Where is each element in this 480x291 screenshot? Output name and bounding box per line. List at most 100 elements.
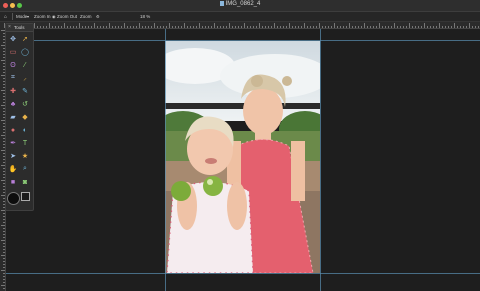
guide-vertical[interactable]: [320, 29, 321, 291]
guide-horizontal[interactable]: [6, 273, 480, 274]
brush-icon[interactable]: ✎: [20, 86, 30, 96]
ruler-tick: [3, 213, 5, 214]
ruler-tick: [3, 276, 5, 277]
zoom-out-radio-icon[interactable]: ◉: [52, 14, 56, 19]
ruler-tick: [199, 23, 200, 28]
ruler-tick: [79, 23, 80, 28]
ruler-tick: [202, 26, 203, 28]
healing-icon[interactable]: ✚: [8, 86, 18, 96]
ruler-tick: [334, 23, 335, 28]
ruler-tick: [376, 26, 377, 28]
ruler-tick: [217, 26, 218, 28]
ruler-tick: [427, 26, 428, 28]
ruler-tick: [292, 26, 293, 28]
move-icon[interactable]: ✥: [8, 34, 18, 44]
ruler-tick: [3, 243, 5, 244]
direct-select-icon[interactable]: ➚: [20, 34, 30, 44]
shape-icon[interactable]: ★: [20, 151, 30, 161]
ruler-tick: [64, 23, 65, 28]
eraser-icon[interactable]: ▰: [8, 112, 18, 122]
guide-vertical[interactable]: [165, 29, 166, 291]
magic-wand-icon[interactable]: ⁄: [20, 60, 30, 70]
zoom-icon[interactable]: ⌕: [20, 164, 30, 174]
ruler-tick: [37, 26, 38, 28]
foreground-color-icon[interactable]: ■: [8, 177, 18, 187]
ruler-tick: [340, 26, 341, 28]
ruler-tick: [451, 26, 452, 28]
ruler-tick: [397, 26, 398, 28]
quick-mask-icon[interactable]: ◙: [20, 177, 30, 187]
ruler-tick: [85, 26, 86, 28]
ruler-tick: [289, 23, 290, 28]
ruler-tick: [310, 26, 311, 28]
ruler-tick: [214, 23, 215, 28]
mode-label[interactable]: Mode: [16, 14, 27, 19]
crop-icon[interactable]: ⌗: [8, 73, 18, 83]
ruler-tick: [103, 26, 104, 28]
home-icon[interactable]: ⌂: [4, 14, 7, 20]
ruler-tick: [409, 23, 410, 28]
ruler-tick: [265, 26, 266, 28]
ruler-tick: [142, 26, 143, 28]
options-bar: ⌂ Mode ▾ Zoom In ◉ Zoom Out Zoom ⚙ 18 %: [0, 12, 480, 22]
ruler-tick: [226, 26, 227, 28]
hand-icon[interactable]: ✋: [8, 164, 18, 174]
ruler-tick: [3, 264, 5, 265]
ruler-tick: [3, 222, 5, 223]
ruler-tick: [3, 228, 5, 229]
blur-icon[interactable]: ●: [8, 125, 18, 135]
ruler-tick: [457, 26, 458, 28]
pen-icon[interactable]: ✒: [8, 138, 18, 148]
ruler-tick: [166, 26, 167, 28]
ruler-tick: [196, 26, 197, 28]
clone-stamp-icon[interactable]: ♣: [8, 99, 18, 109]
ruler-tick: [442, 26, 443, 28]
tools-panel-close-icon[interactable]: ×: [8, 24, 11, 30]
brush-preview-icon[interactable]: [7, 192, 20, 205]
ruler-tick: [475, 26, 476, 28]
ruler-tick: [274, 23, 275, 28]
tools-panel-header[interactable]: × Tools: [6, 24, 33, 32]
ruler-tick: [286, 26, 287, 28]
zoom-settings-icon[interactable]: ⚙: [96, 14, 100, 19]
ruler-tick: [184, 23, 185, 28]
ruler-tick: [169, 23, 170, 28]
ruler-tick: [271, 26, 272, 28]
path-select-icon[interactable]: ➤: [8, 151, 18, 161]
ruler-tick: [304, 23, 305, 28]
zoom-out-button[interactable]: Zoom Out: [57, 14, 77, 19]
ruler-tick: [3, 273, 5, 274]
zoom-value[interactable]: 18 %: [140, 14, 150, 19]
ruler-tick: [277, 26, 278, 28]
ruler-tick: [424, 23, 425, 28]
mode-dropdown-icon[interactable]: ▾: [27, 14, 29, 19]
ruler-tick: [58, 26, 59, 28]
foreground-color-icon[interactable]: [21, 192, 30, 201]
ruler-tick: [331, 26, 332, 28]
history-brush-icon[interactable]: ↺: [20, 99, 30, 109]
ruler-tick: [370, 26, 371, 28]
zoom-in-button[interactable]: Zoom In: [34, 14, 51, 19]
horizontal-ruler[interactable]: [0, 22, 480, 29]
document-image[interactable]: [165, 41, 320, 273]
ruler-tick: [172, 26, 173, 28]
ruler-tick: [238, 26, 239, 28]
ruler-tick: [301, 26, 302, 28]
eyedropper-icon[interactable]: ⸝: [20, 73, 30, 83]
ruler-tick: [337, 26, 338, 28]
rect-marquee-icon[interactable]: ▭: [8, 47, 18, 57]
ruler-tick: [52, 26, 53, 28]
ruler-tick: [43, 26, 44, 28]
dodge-icon[interactable]: ◐: [20, 125, 30, 135]
lasso-icon[interactable]: ʘ: [8, 60, 18, 70]
type-icon[interactable]: T: [20, 138, 30, 148]
ruler-tick: [391, 26, 392, 28]
ruler-tick: [439, 23, 440, 28]
ruler-tick: [364, 23, 365, 28]
guide-horizontal[interactable]: [6, 40, 480, 41]
ellipse-marquee-icon[interactable]: ◯: [20, 47, 30, 57]
ruler-tick: [325, 26, 326, 28]
fill-icon[interactable]: ◆: [20, 112, 30, 122]
title-bar: IMG_0862_4: [0, 0, 480, 12]
ruler-tick: [136, 26, 137, 28]
